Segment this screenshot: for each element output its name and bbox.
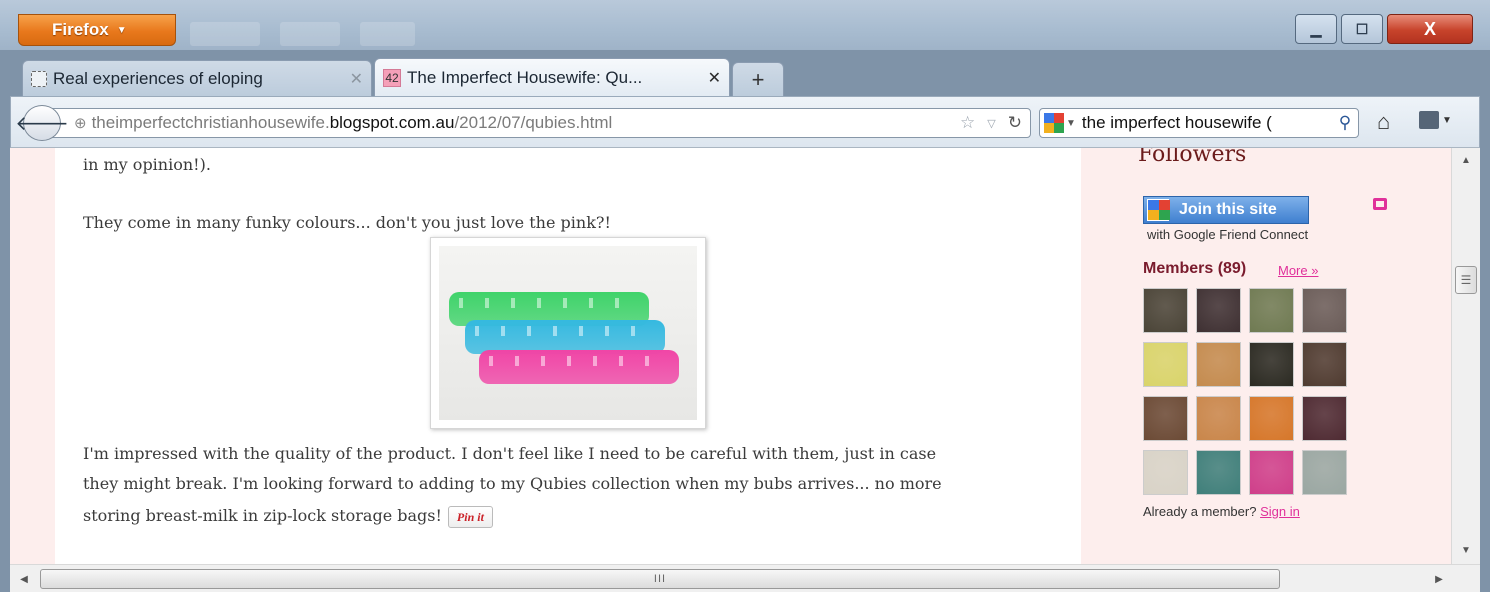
already-member: Already a member? Sign in (1143, 504, 1300, 519)
member-avatar[interactable] (1249, 396, 1294, 441)
tab-real-experiences[interactable]: Real experiences of eloping ✕ (22, 60, 372, 96)
back-icon: 🡐 (15, 112, 69, 135)
url-host: blogspot.com.au (329, 113, 455, 132)
site-identity-icon[interactable]: ⊕ (74, 114, 87, 132)
pink-tray (479, 350, 679, 384)
url-path: /2012/07/qubies.html (454, 113, 613, 132)
bookmarks-icon (1419, 111, 1439, 129)
member-avatars (1143, 288, 1347, 495)
scroll-up-icon[interactable]: ▲ (1452, 148, 1480, 172)
ice-trays-image (439, 246, 697, 420)
tab-strip: Real experiences of eloping ✕ 42 The Imp… (10, 54, 1480, 96)
back-button[interactable]: 🡐 (15, 105, 69, 141)
search-icon[interactable]: ⚲ (1332, 113, 1358, 133)
post-paragraph: storing breast-milk in zip-lock storage … (83, 501, 493, 531)
member-avatar[interactable] (1196, 396, 1241, 441)
member-avatar[interactable] (1302, 342, 1347, 387)
scroll-down-icon[interactable]: ▼ (1452, 538, 1480, 562)
post-paragraph: I'm impressed with the quality of the pr… (83, 444, 937, 463)
google-icon[interactable] (1044, 113, 1064, 133)
member-avatar[interactable] (1196, 342, 1241, 387)
member-avatar[interactable] (1249, 342, 1294, 387)
background-ghost (280, 22, 340, 46)
bookmarks-button[interactable]: ▼ (1419, 111, 1452, 129)
close-icon: X (1423, 18, 1436, 39)
join-site-button[interactable]: Join this site (1143, 196, 1309, 224)
already-text: Already a member? (1143, 504, 1257, 519)
member-avatar[interactable] (1196, 288, 1241, 333)
star-icon[interactable]: ☆ (960, 113, 975, 133)
google-icon (1147, 199, 1170, 221)
horizontal-scroll-thumb[interactable]: III (40, 569, 1280, 589)
dropdown-icon[interactable]: ▽ (987, 117, 995, 130)
firefox-menu-button[interactable]: Firefox ▼ (18, 14, 176, 46)
sign-in-link[interactable]: Sign in (1260, 504, 1300, 519)
more-members-link[interactable]: More » (1278, 263, 1318, 278)
member-avatar[interactable] (1143, 342, 1188, 387)
url-subdomain: theimperfectchristianhousewife. (91, 113, 330, 132)
member-avatar[interactable] (1143, 450, 1188, 495)
member-avatar[interactable] (1249, 288, 1294, 333)
minimize-button[interactable]: ▁ (1295, 14, 1337, 44)
minimize-icon: ▁ (1310, 20, 1322, 37)
qubies-photo[interactable] (430, 237, 706, 429)
members-count: Members (89) (1143, 260, 1247, 277)
followers-widget: Followers Join this site with Google Fri… (1081, 148, 1451, 564)
blue-tray (465, 320, 665, 354)
close-tab-icon[interactable]: ✕ (350, 69, 363, 89)
window-titlebar (0, 0, 1490, 50)
search-input[interactable]: the imperfect housewife ( (1082, 113, 1332, 133)
member-avatar[interactable] (1302, 396, 1347, 441)
blog-favicon: 42 (383, 68, 401, 87)
reload-icon[interactable]: ↻ (1008, 113, 1022, 133)
close-tab-icon[interactable]: ✕ (708, 68, 721, 88)
join-label: Join this site (1179, 201, 1277, 218)
firefox-menu-label: Firefox (52, 20, 109, 39)
pin-it-button[interactable]: Pin it (447, 505, 493, 528)
navigation-toolbar: 🡐 ⊕ theimperfectchristianhousewife. blog… (10, 96, 1480, 148)
gfc-subtitle: with Google Friend Connect (1147, 227, 1309, 242)
member-avatar[interactable] (1143, 288, 1188, 333)
background-ghost (190, 22, 260, 46)
vertical-scrollbar[interactable]: ▲ ☰ ▼ (1451, 148, 1480, 564)
followers-heading: Followers (1138, 148, 1247, 167)
maximize-icon: ☐ (1355, 20, 1369, 37)
search-bar[interactable]: ▼ the imperfect housewife ( ⚲ (1039, 108, 1359, 138)
url-bar[interactable]: ⊕ theimperfectchristianhousewife. blogsp… (51, 108, 1031, 138)
blog-post: in my opinion!). They come in many funky… (55, 148, 1081, 564)
scroll-left-icon[interactable]: ◀ (10, 565, 38, 592)
tab-label: The Imperfect Housewife: Qu... (407, 67, 643, 87)
horizontal-scrollbar[interactable]: ◀ III ▶ (10, 564, 1480, 592)
post-text: storing breast-milk in zip-lock storage … (83, 506, 442, 525)
member-avatar[interactable] (1143, 396, 1188, 441)
page-viewport: in my opinion!). They come in many funky… (10, 148, 1480, 564)
tab-label: Real experiences of eloping (53, 68, 263, 88)
tab-imperfect-housewife[interactable]: 42 The Imperfect Housewife: Qu... ✕ (374, 58, 730, 96)
post-paragraph: in my opinion!). (83, 155, 211, 174)
new-tab-button[interactable]: + (732, 62, 784, 96)
member-avatar[interactable] (1302, 288, 1347, 333)
member-avatar[interactable] (1302, 450, 1347, 495)
chevron-down-icon: ▼ (116, 24, 127, 36)
chevron-down-icon: ▼ (1442, 114, 1452, 126)
scroll-right-icon[interactable]: ▶ (1425, 565, 1453, 592)
vertical-scroll-thumb[interactable]: ☰ (1455, 266, 1477, 294)
search-engine-dropdown-icon[interactable]: ▼ (1066, 118, 1076, 129)
post-paragraph: They come in many funky colours... don't… (83, 213, 611, 232)
member-avatar[interactable] (1249, 450, 1294, 495)
maximize-button[interactable]: ☐ (1341, 14, 1383, 44)
member-avatar[interactable] (1196, 450, 1241, 495)
popout-icon[interactable] (1373, 198, 1387, 210)
post-paragraph: they might break. I'm looking forward to… (83, 474, 942, 493)
home-icon[interactable]: ⌂ (1377, 109, 1390, 135)
close-button[interactable]: X (1387, 14, 1473, 44)
background-ghost (360, 22, 415, 46)
blank-page-icon (31, 70, 47, 87)
